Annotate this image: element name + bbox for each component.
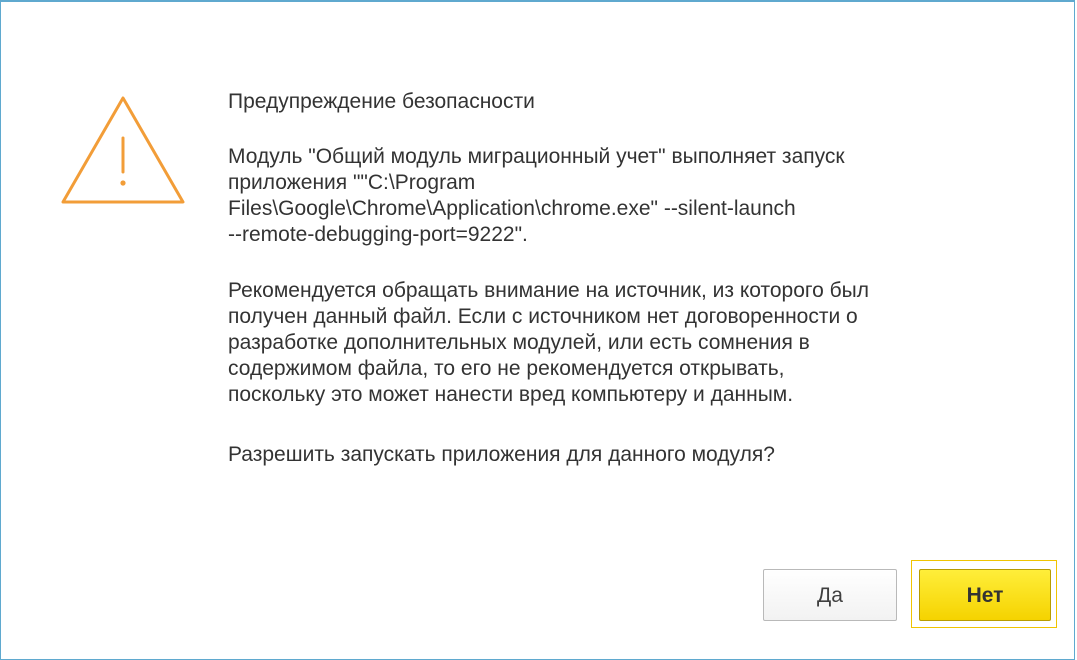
- security-warning-dialog: Предупреждение безопасности Модуль "Общи…: [0, 0, 1075, 660]
- no-button[interactable]: Нет: [919, 569, 1051, 621]
- security-advice-text: Рекомендуется обращать внимание на источ…: [228, 279, 869, 406]
- permission-question: Разрешить запускать приложения для данно…: [228, 443, 775, 466]
- dialog-title: Предупреждение безопасности: [228, 90, 535, 113]
- yes-button[interactable]: Да: [763, 569, 897, 621]
- module-launch-message: Модуль "Общий модуль миграционный учет" …: [228, 145, 845, 246]
- dialog-content: Предупреждение безопасности Модуль "Общи…: [228, 89, 1028, 494]
- warning-triangle-icon: [61, 96, 185, 204]
